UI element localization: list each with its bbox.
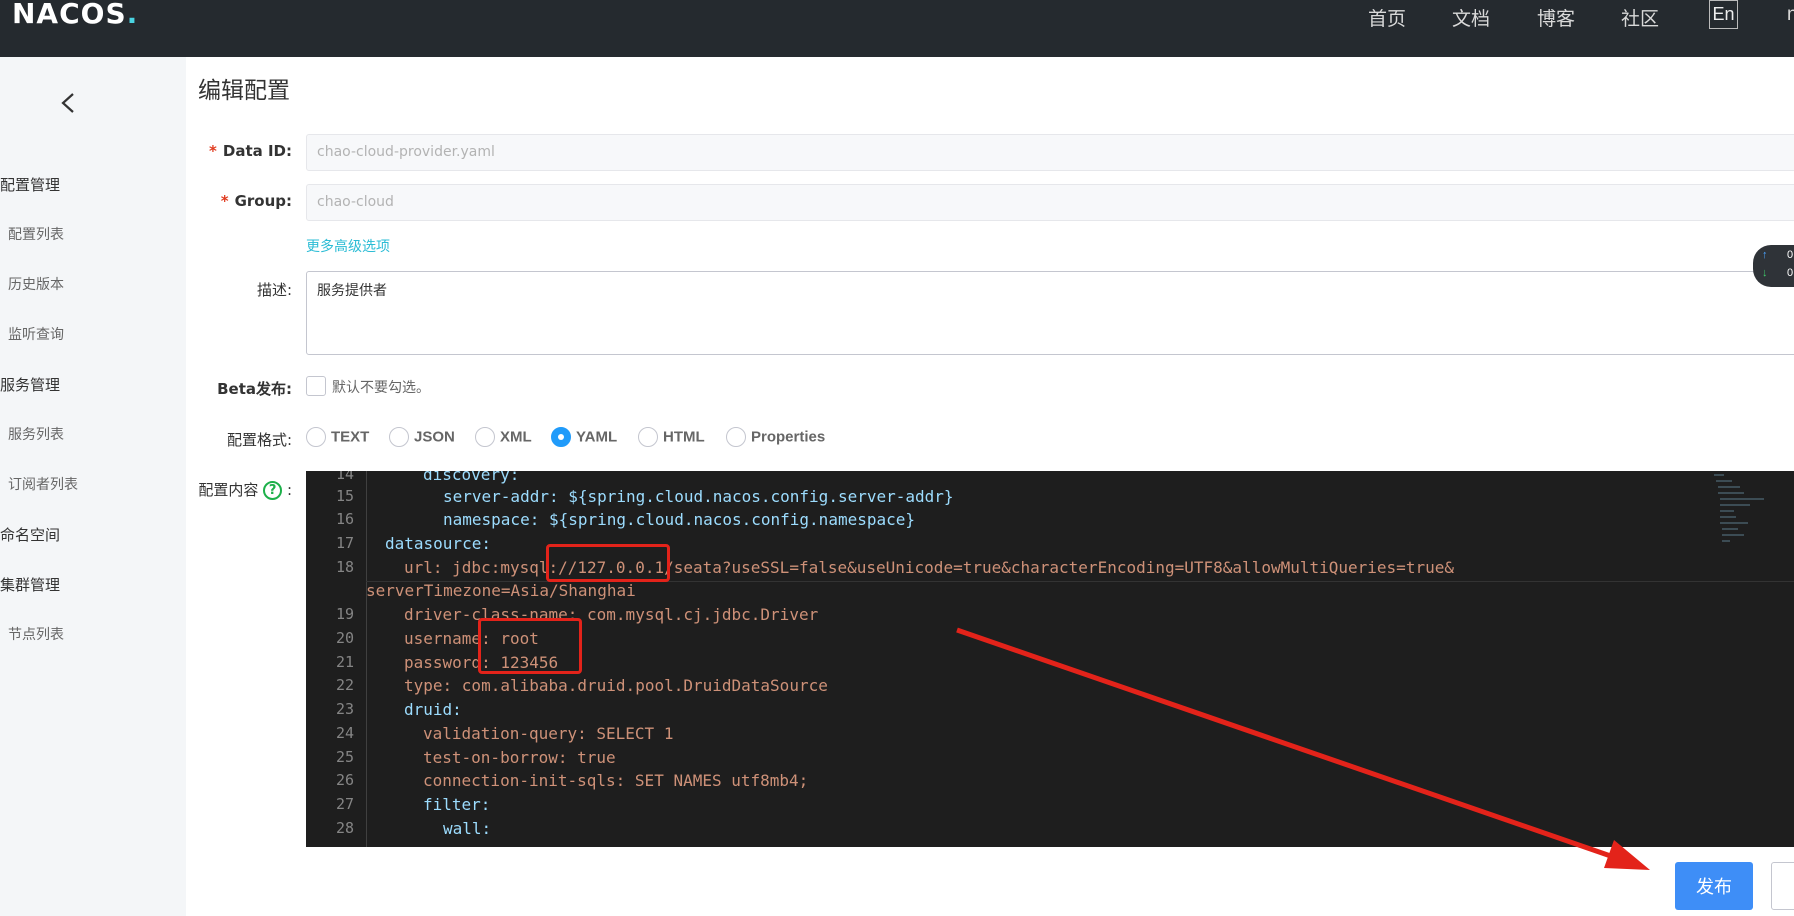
annotation-box-host bbox=[546, 544, 670, 582]
code-line: type: com.alibaba.druid.pool.DruidDataSo… bbox=[404, 676, 828, 695]
upload-speed: 0 bbox=[1787, 249, 1794, 261]
sidebar-group-cluster[interactable]: 集群管理 bbox=[0, 574, 60, 595]
back-chevron-icon[interactable] bbox=[58, 92, 80, 114]
required-mark: * bbox=[209, 142, 217, 160]
format-radio-xml[interactable]: XML bbox=[475, 427, 532, 449]
line-number: 27 bbox=[335, 795, 354, 813]
logo-text: NACOS bbox=[12, 0, 127, 30]
nacos-logo[interactable]: NACOS. bbox=[12, 0, 138, 30]
line-number: 17 bbox=[335, 534, 354, 552]
gutter-divider bbox=[366, 471, 367, 847]
code-line: connection-init-sqls: SET NAMES utf8mb4; bbox=[423, 771, 809, 790]
format-radio-properties[interactable]: Properties bbox=[726, 427, 825, 449]
data-id-input[interactable]: chao-cloud-provider.yaml bbox=[306, 134, 1794, 171]
description-textarea[interactable]: 服务提供者 bbox=[306, 271, 1794, 355]
nav-community[interactable]: 社区 bbox=[1621, 4, 1659, 31]
radio-label: Properties bbox=[751, 428, 826, 446]
sidebar-item-history[interactable]: 历史版本 bbox=[8, 274, 64, 294]
sidebar-item-listener[interactable]: 监听查询 bbox=[8, 324, 64, 344]
sidebar-group-service[interactable]: 服务管理 bbox=[0, 374, 60, 395]
radio-circle[interactable] bbox=[306, 427, 326, 447]
line-number: 15 bbox=[335, 487, 354, 505]
line-number: 26 bbox=[335, 771, 354, 789]
nav-docs[interactable]: 文档 bbox=[1452, 4, 1490, 31]
content-label-text: 配置内容 bbox=[198, 481, 259, 499]
code-line: druid: bbox=[404, 700, 462, 719]
line-number: 18 bbox=[335, 558, 354, 576]
code-line: wall: bbox=[443, 819, 492, 838]
help-icon[interactable]: ? bbox=[263, 481, 283, 500]
line-number: 19 bbox=[335, 605, 354, 623]
content-label: 配置内容 ? : bbox=[122, 479, 292, 500]
beta-checkbox[interactable] bbox=[306, 376, 326, 396]
radio-label: XML bbox=[500, 428, 532, 446]
beta-label: Beta发布: bbox=[122, 378, 292, 399]
publish-button[interactable]: 发布 bbox=[1675, 862, 1753, 910]
line-number: 25 bbox=[335, 748, 354, 766]
code-line: namespace: ${spring.cloud.nacos.config.n… bbox=[443, 510, 916, 529]
radio-label: TEXT bbox=[331, 428, 370, 446]
code-line-wrap: serverTimezone=Asia/Shanghai bbox=[366, 581, 636, 600]
code-line: driver-class-name: com.mysql.cj.jdbc.Dri… bbox=[404, 605, 819, 624]
beta-hint: 默认不要勾选。 bbox=[332, 380, 430, 396]
group-label-text: Group: bbox=[234, 192, 292, 210]
radio-circle[interactable] bbox=[638, 427, 658, 447]
line-number: 28 bbox=[335, 819, 354, 837]
radio-circle[interactable] bbox=[726, 427, 746, 447]
data-id-label-text: Data ID: bbox=[222, 142, 292, 160]
format-radio-json[interactable]: JSON bbox=[389, 427, 455, 449]
content-label-colon: : bbox=[286, 481, 292, 499]
sidebar-group-namespace[interactable]: 命名空间 bbox=[0, 524, 60, 545]
code-line: test-on-borrow: true bbox=[423, 748, 616, 767]
code-line: filter: bbox=[423, 795, 491, 814]
language-switch[interactable]: En bbox=[1709, 0, 1738, 29]
sidebar-item-nodes[interactable]: 节点列表 bbox=[8, 624, 64, 644]
nav-cut-item[interactable]: n bbox=[1787, 4, 1794, 26]
upload-arrow-icon: ↑ bbox=[1762, 249, 1768, 261]
radio-circle[interactable] bbox=[475, 427, 495, 447]
advanced-options-link[interactable]: 更多高级选项 bbox=[306, 236, 390, 256]
nav-blog[interactable]: 博客 bbox=[1537, 4, 1575, 31]
radio-label: YAML bbox=[576, 428, 618, 446]
network-speed-widget[interactable]: ↑ 0 ↓ 0 bbox=[1753, 245, 1794, 287]
sidebar-group-config[interactable]: 配置管理 bbox=[0, 174, 60, 195]
code-line: discovery: bbox=[423, 471, 520, 484]
radio-circle-selected[interactable] bbox=[551, 427, 571, 447]
annotation-box-credentials bbox=[478, 618, 582, 674]
code-line: datasource: bbox=[385, 534, 491, 553]
format-label: 配置格式: bbox=[226, 431, 292, 449]
sidebar-item-config-list[interactable]: 配置列表 bbox=[8, 224, 64, 244]
radio-label: JSON bbox=[414, 428, 455, 446]
top-navbar: NACOS. 首页 文档 博客 社区 En n bbox=[0, 0, 1794, 57]
data-id-label: * Data ID: bbox=[122, 142, 292, 160]
editor-minimap[interactable] bbox=[1704, 471, 1774, 561]
line-number: 21 bbox=[335, 653, 354, 671]
required-mark: * bbox=[220, 192, 229, 210]
group-label: * Group: bbox=[122, 192, 292, 210]
download-arrow-icon: ↓ bbox=[1762, 267, 1768, 279]
sidebar-item-service-list[interactable]: 服务列表 bbox=[8, 424, 64, 444]
format-radio-yaml[interactable]: YAML bbox=[551, 427, 617, 449]
line-number: 16 bbox=[335, 510, 354, 528]
beta-label-text: Beta发布: bbox=[217, 380, 292, 398]
format-radio-html[interactable]: HTML bbox=[638, 427, 705, 449]
nav-home[interactable]: 首页 bbox=[1368, 4, 1406, 31]
code-line: server-addr: ${spring.cloud.nacos.config… bbox=[443, 487, 954, 506]
code-line: validation-query: SELECT 1 bbox=[423, 724, 674, 743]
radio-circle[interactable] bbox=[389, 427, 409, 447]
page-title: 编辑配置 bbox=[198, 78, 290, 104]
description-label: 描述: bbox=[256, 281, 292, 299]
line-number: 24 bbox=[335, 724, 354, 742]
line-number: 14 bbox=[335, 471, 354, 483]
sidebar-item-subscribers[interactable]: 订阅者列表 bbox=[8, 474, 78, 494]
line-number: 22 bbox=[335, 676, 354, 694]
logo-dot: . bbox=[126, 0, 139, 30]
group-input[interactable]: chao-cloud bbox=[306, 184, 1794, 221]
radio-label: HTML bbox=[663, 428, 705, 446]
line-number: 23 bbox=[335, 700, 354, 718]
download-speed: 0 bbox=[1787, 267, 1794, 279]
line-number: 20 bbox=[335, 629, 354, 647]
return-button[interactable] bbox=[1771, 862, 1794, 910]
format-radio-text[interactable]: TEXT bbox=[306, 427, 369, 449]
